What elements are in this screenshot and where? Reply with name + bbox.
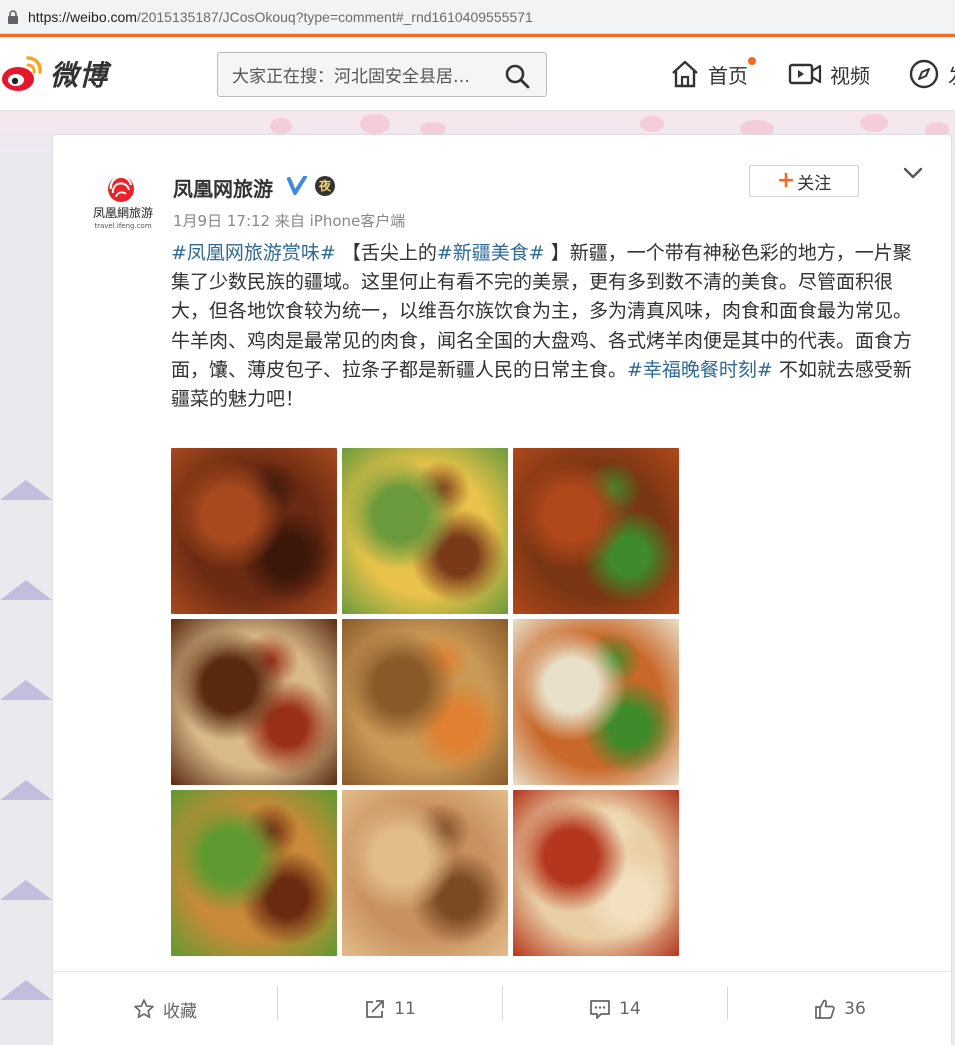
petal-decoration	[640, 116, 664, 132]
weibo-post-card: 凤凰網旅游 travel.ifeng.com 凤凰网旅游 夜 1月9日 17:1…	[52, 134, 952, 1045]
verified-icon	[287, 176, 307, 195]
triangle-decoration	[0, 780, 52, 800]
nav-discover-label: 发	[948, 60, 955, 89]
weibo-logo[interactable]: 微博	[0, 51, 120, 97]
url-path: /2015135187/JCosOkouq?type=comment#_rnd1…	[136, 8, 533, 25]
video-icon	[788, 63, 822, 85]
phoenix-logo-icon: 凤凰網旅游 travel.ifeng.com	[93, 175, 153, 230]
site-header: 微博 大家正在搜：河北固安全县居… 首页 视频 发	[0, 37, 955, 111]
topic-link[interactable]: #新疆美食#	[437, 242, 545, 264]
home-icon	[672, 60, 698, 88]
nav-video[interactable]: 视频	[788, 55, 870, 93]
plus-icon: +	[776, 168, 796, 193]
search-input[interactable]: 大家正在搜：河北固安全县居…	[232, 62, 502, 87]
search-box[interactable]: 大家正在搜：河北固安全县居…	[217, 52, 547, 97]
share-icon	[366, 1000, 385, 1018]
triangle-decoration	[0, 980, 52, 1000]
like-button[interactable]: 36	[728, 972, 952, 1045]
petal-decoration	[360, 114, 390, 134]
like-count: 36	[844, 999, 866, 1019]
favorite-button[interactable]: 收藏	[53, 972, 277, 1045]
triangle-decoration	[0, 580, 52, 600]
comment-button[interactable]: 14	[503, 972, 727, 1045]
thumbs-up-icon	[815, 999, 835, 1019]
chevron-down-icon[interactable]	[901, 163, 925, 183]
follow-label: 关注	[797, 173, 832, 194]
compass-icon	[909, 59, 939, 89]
food-photo-samsa-dumplings[interactable]	[513, 790, 679, 956]
comment-icon	[590, 1000, 611, 1019]
night-badge-icon: 夜	[315, 176, 335, 196]
comment-count: 14	[619, 999, 641, 1019]
food-photo-lamb-skewers[interactable]	[171, 448, 337, 614]
petal-decoration	[270, 118, 292, 134]
triangle-decoration	[0, 480, 52, 500]
avatar-subcaption: travel.ifeng.com	[94, 222, 151, 230]
follow-button[interactable]: + 关注	[749, 165, 859, 197]
logo-text: 微博	[50, 59, 109, 92]
triangle-decoration	[0, 680, 52, 700]
topic-link[interactable]: #凤凰网旅游赏味#	[171, 242, 336, 264]
image-grid	[171, 448, 681, 958]
url-text: https://weibo.com/2015135187/JCosOkouq?t…	[28, 9, 533, 25]
browser-address-bar[interactable]: https://weibo.com/2015135187/JCosOkouq?t…	[0, 0, 955, 34]
lock-icon	[8, 9, 18, 24]
search-icon[interactable]	[504, 63, 530, 89]
topic-link[interactable]: #幸福晚餐时刻#	[627, 359, 773, 381]
avatar-caption: 凤凰網旅游	[93, 206, 153, 220]
star-icon	[134, 999, 154, 1019]
food-photo-nang-bread[interactable]	[342, 790, 508, 956]
nav-home[interactable]: 首页	[670, 55, 756, 93]
food-photo-dapanji-chicken[interactable]	[513, 448, 679, 614]
notification-dot	[748, 57, 756, 65]
post-text-segment: 【舌尖上的	[335, 242, 437, 264]
favorite-label: 收藏	[163, 1001, 197, 1022]
nav-discover[interactable]: 发	[908, 55, 955, 93]
triangle-decoration	[0, 880, 52, 900]
url-host: https://weibo.com	[28, 8, 137, 25]
repost-button[interactable]: 11	[278, 972, 502, 1045]
food-photo-noodles-cucumber[interactable]	[342, 448, 508, 614]
post-meta[interactable]: 1月9日 17:12 来自 iPhone客户端	[173, 210, 405, 231]
food-photo-pilaf-rice[interactable]	[342, 619, 508, 785]
weibo-eye-icon	[2, 56, 42, 91]
petal-decoration	[860, 114, 888, 132]
nav-home-label: 首页	[708, 63, 748, 88]
avatar[interactable]: 凤凰網旅游 travel.ifeng.com	[85, 173, 161, 233]
food-photo-noodle-soup[interactable]	[513, 619, 679, 785]
post-text: #凤凰网旅游赏味# 【舌尖上的#新疆美食# 】新疆，一个带有神秘色彩的地方，一片…	[171, 239, 916, 414]
action-bar: 收藏 11 14 36	[53, 971, 951, 1045]
food-photo-laghman-noodles[interactable]	[171, 790, 337, 956]
food-photo-stir-fried-chicken[interactable]	[171, 619, 337, 785]
user-name[interactable]: 凤凰网旅游	[173, 173, 273, 202]
nav-video-label: 视频	[830, 63, 870, 88]
repost-count: 11	[394, 999, 416, 1019]
